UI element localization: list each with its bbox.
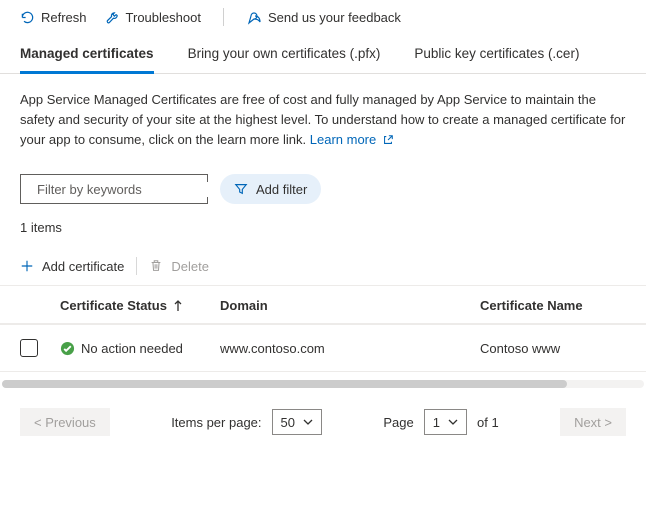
add-certificate-label: Add certificate [42,259,124,274]
search-input[interactable] [37,182,213,197]
row-status-text: No action needed [81,341,183,356]
filter-icon [234,182,248,196]
add-filter-button[interactable]: Add filter [220,174,321,204]
toolbar-divider [223,8,224,26]
row-domain: www.contoso.com [220,341,480,356]
external-link-icon [382,134,394,146]
feedback-icon [246,9,262,25]
learn-more-label: Learn more [310,132,376,147]
refresh-label: Refresh [41,10,87,25]
chevron-down-icon [303,418,313,426]
table-actions: Add certificate Delete [0,247,646,285]
row-name: Contoso www [480,341,626,356]
header-name[interactable]: Certificate Name [480,298,626,313]
previous-page-button[interactable]: < Previous [20,408,110,436]
add-filter-label: Add filter [256,182,307,197]
action-divider [136,257,137,275]
header-domain[interactable]: Domain [220,298,480,313]
table-header: Certificate Status Domain Certificate Na… [0,285,646,325]
success-check-icon [60,341,75,356]
delete-button: Delete [149,259,209,274]
wrench-icon [105,10,120,25]
pager: < Previous Items per page: 50 Page 1 of … [0,388,646,436]
tab-managed-certificates[interactable]: Managed certificates [20,38,154,74]
items-per-page-group: Items per page: 50 [171,409,322,435]
sort-asc-icon [173,300,183,312]
feedback-button[interactable]: Send us your feedback [246,9,401,25]
horizontal-scrollbar[interactable] [2,380,644,388]
trash-icon [149,259,163,273]
header-status[interactable]: Certificate Status [60,298,220,313]
refresh-button[interactable]: Refresh [20,10,87,25]
page-value: 1 [433,415,440,430]
table-row[interactable]: No action needed www.contoso.com Contoso… [0,325,646,372]
refresh-icon [20,10,35,25]
row-status: No action needed [60,341,220,356]
command-bar: Refresh Troubleshoot Send us your feedba… [0,0,646,38]
page-select[interactable]: 1 [424,409,467,435]
row-checkbox-col [20,339,60,357]
plus-icon [20,259,34,273]
chevron-down-icon [448,418,458,426]
delete-label: Delete [171,259,209,274]
next-page-button[interactable]: Next > [560,408,626,436]
tab-bring-your-own[interactable]: Bring your own certificates (.pfx) [188,38,381,74]
learn-more-link[interactable]: Learn more [310,132,394,147]
add-certificate-button[interactable]: Add certificate [20,259,124,274]
description-text: App Service Managed Certificates are fre… [0,74,646,166]
feedback-label: Send us your feedback [268,10,401,25]
row-checkbox[interactable] [20,339,38,357]
search-input-wrapper[interactable] [20,174,208,204]
items-per-page-label: Items per page: [171,415,261,430]
troubleshoot-button[interactable]: Troubleshoot [105,10,201,25]
page-label: Page [383,415,413,430]
page-number-group: Page 1 of 1 [383,409,498,435]
tab-public-key[interactable]: Public key certificates (.cer) [414,38,579,74]
scrollbar-thumb[interactable] [2,380,567,388]
filter-row: Add filter [0,166,646,212]
items-per-page-select[interactable]: 50 [272,409,322,435]
page-of-text: of 1 [477,415,499,430]
header-status-label: Certificate Status [60,298,167,313]
item-count: 1 items [0,212,646,247]
troubleshoot-label: Troubleshoot [126,10,201,25]
tab-strip: Managed certificates Bring your own cert… [0,38,646,74]
items-per-page-value: 50 [281,415,295,430]
